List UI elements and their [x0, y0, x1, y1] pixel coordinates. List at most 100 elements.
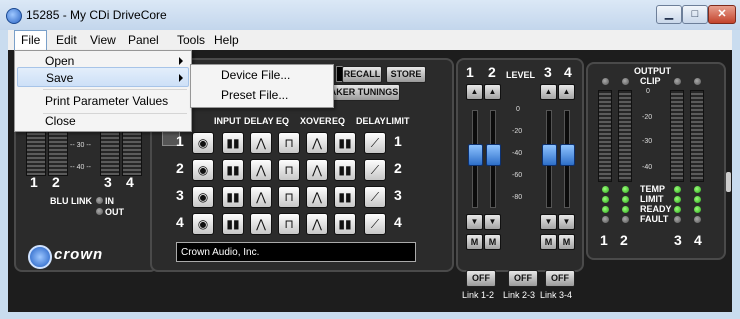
app-window: 15285 - My CDi DriveCore ▁ □ ✕ File Edit… — [0, 0, 740, 319]
mute-button-3[interactable]: M — [540, 234, 557, 250]
proc-delay-1-icon[interactable]: ▮▮ — [222, 132, 244, 154]
proc-eq2-1-icon[interactable]: ⋀ — [306, 132, 328, 154]
level-up-4[interactable]: ▲ — [558, 84, 575, 100]
speaker-tunings-button[interactable]: AKER TUNINGS — [328, 84, 400, 101]
clip-led-1 — [602, 78, 609, 85]
status-led-limit-1 — [602, 196, 609, 203]
input-ch-3: 3 — [104, 174, 112, 190]
level-label: LEVEL — [506, 70, 536, 80]
status-label-limit: LIMIT — [640, 194, 664, 204]
level-ch-1: 1 — [466, 64, 474, 80]
recall-button[interactable]: RECALL — [342, 66, 382, 83]
header-eq: EQ — [276, 116, 290, 126]
menu-bar: File Edit View Panel Tools Help — [8, 30, 732, 50]
proc-xover-2-icon[interactable]: ⊓ — [278, 159, 300, 181]
save-preset-file[interactable]: Preset File... — [193, 85, 331, 105]
input-meter-4 — [122, 130, 142, 176]
minimize-button[interactable]: ▁ — [656, 5, 682, 24]
proc-limit-3-icon[interactable]: ⟋ — [364, 186, 386, 208]
side-handle[interactable] — [726, 172, 731, 192]
fader-knob-3[interactable] — [542, 144, 557, 166]
proc-input-2-icon[interactable]: ◉ — [192, 159, 214, 181]
save-preset-file-label: Preset File... — [221, 88, 289, 102]
link-1-2-label: Link 1-2 — [462, 290, 495, 300]
level-down-4[interactable]: ▼ — [558, 214, 575, 230]
header-eq-2: EQ — [332, 116, 346, 126]
proc-xover-1-icon[interactable]: ⊓ — [278, 132, 300, 154]
menu-tools[interactable]: Tools — [171, 30, 211, 50]
proc-input-3-icon[interactable]: ◉ — [192, 186, 214, 208]
proc-row-label-left: 3 — [176, 187, 184, 203]
file-menu-print[interactable]: Print Parameter Values — [17, 91, 189, 111]
proc-input-4-icon[interactable]: ◉ — [192, 213, 214, 235]
proc-eq-3-icon[interactable]: ⋀ — [250, 186, 272, 208]
menu-view[interactable]: View — [84, 30, 122, 50]
proc-xover-3-icon[interactable]: ⊓ — [278, 186, 300, 208]
crown-logo-icon — [28, 245, 52, 269]
proc-eq-1-icon[interactable]: ⋀ — [250, 132, 272, 154]
mute-button-2[interactable]: M — [484, 234, 501, 250]
proc-row-label-right: 2 — [394, 160, 402, 176]
proc-delay2-3-icon[interactable]: ▮▮ — [334, 186, 356, 208]
input-ch-2: 2 — [52, 174, 60, 190]
proc-limit-1-icon[interactable]: ⟋ — [364, 132, 386, 154]
clip-led-4 — [694, 78, 701, 85]
file-menu-save[interactable]: Save — [17, 67, 189, 87]
proc-xover-4-icon[interactable]: ⊓ — [278, 213, 300, 235]
header-xover: XOVER — [300, 116, 332, 126]
header-input: INPUT — [214, 116, 241, 126]
device-name-field[interactable]: Crown Audio, Inc. — [176, 242, 416, 262]
proc-eq-4-icon[interactable]: ⋀ — [250, 213, 272, 235]
link-3-4-button[interactable]: OFF — [545, 270, 575, 287]
fader-knob-2[interactable] — [486, 144, 501, 166]
level-up-3[interactable]: ▲ — [540, 84, 557, 100]
menu-help[interactable]: Help — [208, 30, 245, 50]
output-ch-2: 2 — [620, 232, 628, 248]
level-up-2[interactable]: ▲ — [484, 84, 501, 100]
level-panel: 1 2 LEVEL 3 4 ▲ ▲ ▲ ▲ 0 -20 -40 -60 -80 … — [456, 58, 584, 272]
proc-input-1-icon[interactable]: ◉ — [192, 132, 214, 154]
fader-knob-4[interactable] — [560, 144, 575, 166]
link-2-3-button[interactable]: OFF — [508, 270, 538, 287]
fader-knob-1[interactable] — [468, 144, 483, 166]
proc-delay2-2-icon[interactable]: ▮▮ — [334, 159, 356, 181]
maximize-button[interactable]: □ — [682, 5, 708, 24]
save-device-file[interactable]: Device File... — [193, 65, 331, 85]
input-scale-40: -- 40 -- — [70, 164, 91, 171]
level-up-1[interactable]: ▲ — [466, 84, 483, 100]
save-device-file-label: Device File... — [221, 68, 291, 82]
status-led-limit-4 — [694, 196, 701, 203]
menu-edit[interactable]: Edit — [50, 30, 83, 50]
output-scale-0: 0 — [646, 88, 650, 95]
store-button[interactable]: STORE — [386, 66, 426, 83]
menu-file[interactable]: File — [14, 30, 48, 50]
menu-separator — [43, 89, 187, 90]
proc-eq2-3-icon[interactable]: ⋀ — [306, 186, 328, 208]
proc-eq-2-icon[interactable]: ⋀ — [250, 159, 272, 181]
proc-delay-3-icon[interactable]: ▮▮ — [222, 186, 244, 208]
level-down-3[interactable]: ▼ — [540, 214, 557, 230]
level-scale-80: -80 — [512, 194, 523, 201]
output-title: OUTPUT — [634, 66, 671, 76]
proc-eq2-2-icon[interactable]: ⋀ — [306, 159, 328, 181]
mute-button-1[interactable]: M — [466, 234, 483, 250]
level-down-1[interactable]: ▼ — [466, 214, 483, 230]
output-panel: OUTPUT CLIP 0 -20 -30 -40 TEMP LIMIT READY… — [586, 62, 726, 260]
close-button[interactable]: ✕ — [708, 5, 736, 24]
input-ch-4: 4 — [126, 174, 134, 190]
file-menu-close[interactable]: Close — [17, 111, 189, 131]
level-down-2[interactable]: ▼ — [484, 214, 501, 230]
proc-delay2-4-icon[interactable]: ▮▮ — [334, 213, 356, 235]
proc-limit-4-icon[interactable]: ⟋ — [364, 213, 386, 235]
proc-delay-4-icon[interactable]: ▮▮ — [222, 213, 244, 235]
level-ch-2: 2 — [488, 64, 496, 80]
menu-panel[interactable]: Panel — [122, 30, 165, 50]
output-ch-3: 3 — [674, 232, 682, 248]
proc-delay-2-icon[interactable]: ▮▮ — [222, 159, 244, 181]
link-1-2-button[interactable]: OFF — [466, 270, 496, 287]
proc-delay2-1-icon[interactable]: ▮▮ — [334, 132, 356, 154]
status-led-ready-1 — [602, 206, 609, 213]
mute-button-4[interactable]: M — [558, 234, 575, 250]
proc-eq2-4-icon[interactable]: ⋀ — [306, 213, 328, 235]
proc-limit-2-icon[interactable]: ⟋ — [364, 159, 386, 181]
